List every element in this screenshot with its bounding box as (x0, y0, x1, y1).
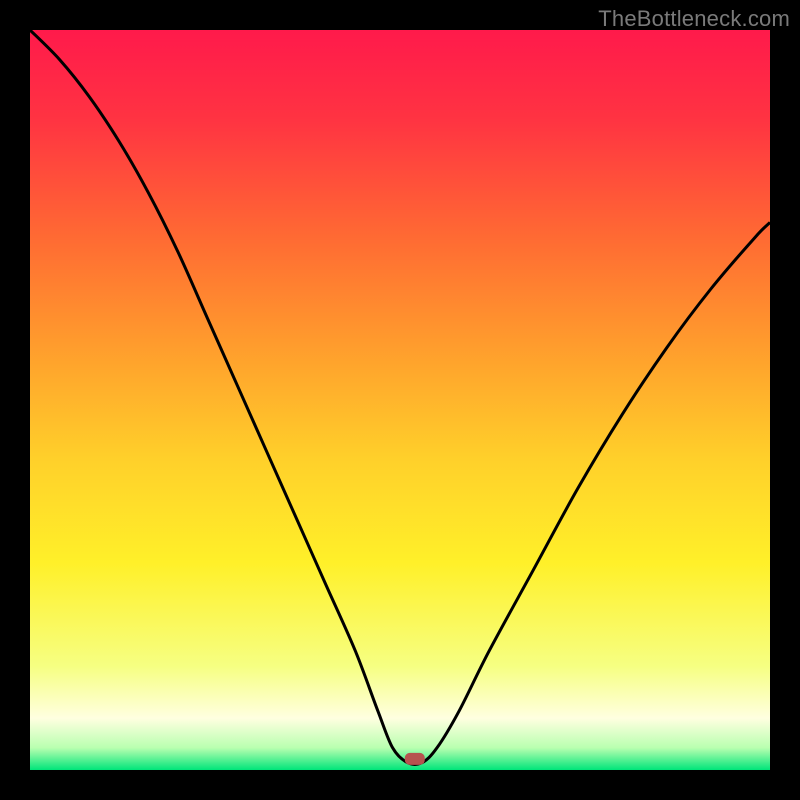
curve-svg (30, 30, 770, 770)
plot-area (30, 30, 770, 770)
chart-frame: TheBottleneck.com (0, 0, 800, 800)
valley-marker (405, 753, 425, 765)
watermark-label: TheBottleneck.com (598, 6, 790, 32)
bottleneck-curve (30, 30, 770, 764)
